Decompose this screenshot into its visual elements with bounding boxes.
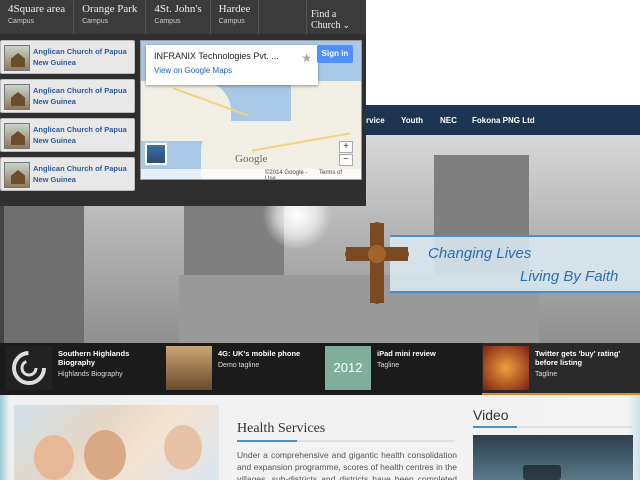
featured-item[interactable]: Twitter gets 'buy' rating' before listin… [483,346,638,390]
church-name: Anglican Church of Papua New Guinea [33,164,127,184]
google-map[interactable]: INFRANIX Technologies Pvt. ... View on G… [140,40,362,180]
featured-title: 4G: UK's mobile phone [218,349,301,358]
satellite-toggle[interactable] [145,143,167,165]
church-card[interactable]: Anglican Church of Papua New Guinea [0,157,135,191]
find-church-button[interactable]: Find a Church ⌄ [306,0,366,34]
church-card[interactable]: Anglican Church of Papua New Guinea [0,79,135,113]
person-face [34,435,74,480]
campus-sub: Campus [218,18,245,25]
nav-item-youth[interactable]: Youth [401,116,423,125]
campus-name: Hardee [218,3,251,15]
tagline-line2: Living By Faith [520,268,619,285]
featured-tagline: Highlands Biography [58,371,123,378]
featured-tagline: Demo tagline [218,362,260,369]
campus-orange-park[interactable]: Orange Park Campus [74,0,147,34]
church-card[interactable]: Anglican Church of Papua New Guinea [0,118,135,152]
featured-tagline: Tagline [377,362,400,369]
campus-sub: Campus [8,18,35,25]
campus-name: 4St. John's [154,3,202,15]
church-card[interactable]: Anglican Church of Papua New Guinea [0,40,135,74]
featured-strip: Southern Highlands Biography Highlands B… [0,343,640,395]
tagline-line1: Changing Lives [428,245,532,262]
featured-title: iPad mini review [377,349,436,358]
church-name: Anglican Church of Papua New Guinea [33,86,127,106]
video-player[interactable] [473,435,633,480]
view-on-google-maps-link[interactable]: View on Google Maps [154,66,318,75]
cross-icon [345,222,409,304]
campus-bar: 4Square area Campus Orange Park Campus 4… [0,0,366,34]
church-name: Anglican Church of Papua New Guinea [33,47,127,67]
map-land [291,81,361,121]
map-place-name: INFRANIX Technologies Pvt. ... [154,51,279,61]
featured-item[interactable]: 2012 iPad mini review Tagline [325,346,475,390]
nav-item-nec[interactable]: NEC [440,116,457,125]
campus-st-johns[interactable]: 4St. John's Campus [146,0,211,34]
nav-item-fokona[interactable]: Fokona PNG Ltd [472,116,535,125]
google-logo: Google [235,153,268,165]
map-info-card: INFRANIX Technologies Pvt. ... View on G… [146,45,318,85]
health-photo [14,405,219,480]
map-sign-in-button[interactable]: Sign in [317,45,353,63]
find-church-label: Find a Church [311,9,341,31]
people-photo [166,346,212,390]
church-thumbnail [4,84,30,110]
circle-logo-icon [6,346,52,390]
church-thumbnail [4,162,30,188]
video-title: Video [473,407,509,423]
section-divider [473,426,633,428]
header-band [366,0,640,105]
play-button[interactable] [523,465,561,480]
campus-sub: Campus [82,18,109,25]
chevron-down-icon: ⌄ [342,20,350,30]
2012-photo: 2012 [325,346,371,390]
featured-tagline: Tagline [535,371,558,378]
section-divider [237,440,455,442]
star-icon[interactable]: ★ [301,51,312,65]
featured-item[interactable]: Southern Highlands Biography Highlands B… [6,346,156,390]
health-services-text: Under a comprehensive and gigantic healt… [237,450,457,480]
featured-item[interactable]: 4G: UK's mobile phone Demo tagline [166,346,316,390]
person-face [164,425,202,470]
church-thumbnail [4,123,30,149]
zoom-out-button[interactable]: − [339,154,353,166]
map-footer: ©2014 Google - Terms of Use [141,169,361,179]
campus-name: 4Square area [8,3,66,15]
campus-sub: Campus [154,18,181,25]
person-face [84,430,126,480]
featured-title: Southern Highlands Biography [58,349,130,367]
zoom-in-button[interactable]: + [339,141,353,153]
fire-photo [483,346,529,390]
health-services-title: Health Services [237,421,326,436]
campus-4square[interactable]: 4Square area Campus [0,0,75,34]
featured-title: Twitter gets 'buy' rating' before listin… [535,349,621,367]
church-thumbnail [4,45,30,71]
nav-item-service[interactable]: rvice [366,116,385,125]
campus-hardee[interactable]: Hardee Campus [211,0,260,34]
church-name: Anglican Church of Papua New Guinea [33,125,127,145]
hero-tagline: Changing Lives Living By Faith [390,235,640,293]
campus-name: Orange Park [82,3,138,15]
